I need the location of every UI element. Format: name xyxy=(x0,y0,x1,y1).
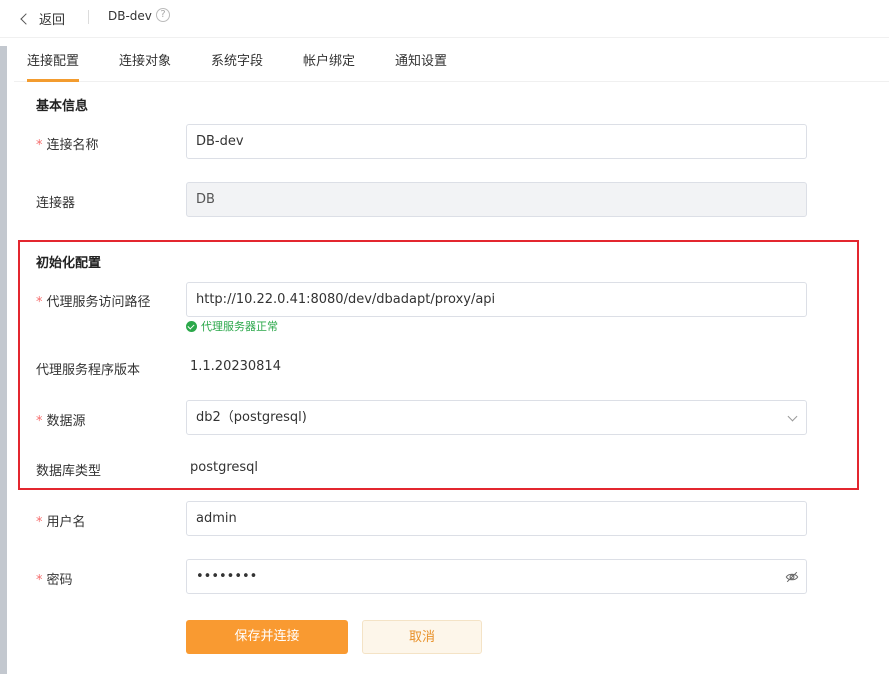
datasource-selected-value: db2（postgresql) xyxy=(196,410,307,425)
tab-notification-settings[interactable]: 通知设置 xyxy=(395,50,447,69)
required-mark: * xyxy=(36,138,43,153)
proxy-url-input[interactable]: http://10.22.0.41:8080/dev/dbadapt/proxy… xyxy=(186,282,807,317)
tab-system-fields[interactable]: 系统字段 xyxy=(211,50,263,69)
connection-name-input[interactable]: DB-dev xyxy=(186,124,807,159)
proxy-url-label: * 代理服务访问路径 xyxy=(36,295,151,310)
username-label: * 用户名 xyxy=(36,515,86,530)
tab-bar: 连接配置 连接对象 系统字段 帐户绑定 通知设置 xyxy=(14,38,889,82)
top-bar: 返回 DB-dev ? xyxy=(0,0,889,38)
section-title-init: 初始化配置 xyxy=(36,256,102,271)
left-scroll-strip xyxy=(0,46,7,674)
page-title: DB-dev xyxy=(108,9,152,23)
connector-input: DB xyxy=(186,182,807,217)
datasource-label: * 数据源 xyxy=(36,414,86,429)
required-mark: * xyxy=(36,515,43,530)
highlight-box xyxy=(18,240,859,490)
proxy-status: 代理服务器正常 xyxy=(186,318,278,334)
connector-label: 连接器 xyxy=(36,196,76,211)
chevron-down-icon xyxy=(787,411,798,422)
password-label: * 密码 xyxy=(36,573,73,588)
chevron-left-icon xyxy=(20,13,32,25)
tab-connection-config[interactable]: 连接配置 xyxy=(27,50,80,82)
proxy-status-text: 代理服务器正常 xyxy=(201,320,278,333)
db-type-value: postgresql xyxy=(190,460,259,475)
help-icon[interactable]: ? xyxy=(156,8,170,22)
password-value: •••••••• xyxy=(196,569,258,584)
db-type-label: 数据库类型 xyxy=(36,464,102,479)
password-input[interactable]: •••••••• xyxy=(186,559,807,594)
save-and-connect-button[interactable]: 保存并连接 xyxy=(186,620,348,654)
eye-off-icon[interactable] xyxy=(785,570,799,584)
back-button[interactable]: 返回 xyxy=(20,9,66,28)
proxy-version-value: 1.1.20230814 xyxy=(190,359,281,374)
required-mark: * xyxy=(36,573,43,588)
tab-connection-objects[interactable]: 连接对象 xyxy=(119,50,171,69)
required-mark: * xyxy=(36,295,43,310)
datasource-select[interactable]: db2（postgresql) xyxy=(186,400,807,435)
proxy-version-label: 代理服务程序版本 xyxy=(36,363,141,378)
connection-name-label: * 连接名称 xyxy=(36,138,99,153)
divider xyxy=(88,10,89,24)
username-input[interactable]: admin xyxy=(186,501,807,536)
section-title-basic: 基本信息 xyxy=(36,99,89,114)
check-circle-icon xyxy=(186,320,197,332)
tab-account-binding[interactable]: 帐户绑定 xyxy=(303,50,355,69)
required-mark: * xyxy=(36,414,43,429)
cancel-button[interactable]: 取消 xyxy=(362,620,482,654)
back-label: 返回 xyxy=(39,13,66,28)
